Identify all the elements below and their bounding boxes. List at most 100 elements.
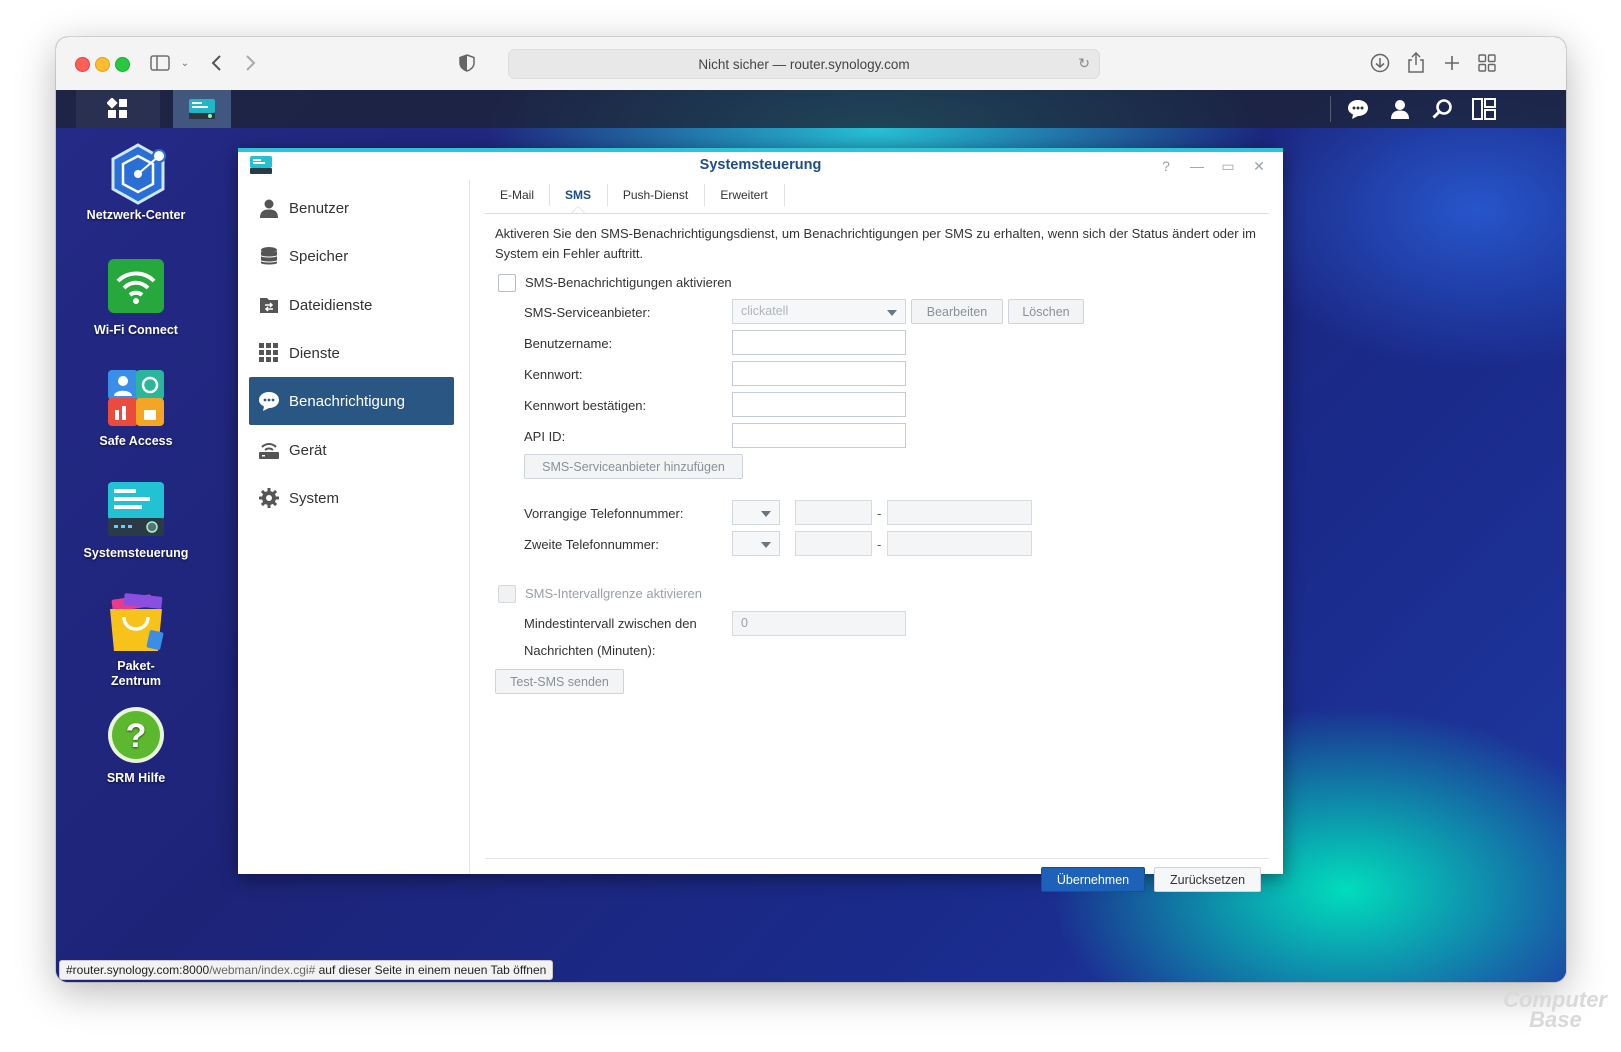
tab-push-dienst[interactable]: Push-Dienst (607, 184, 705, 206)
tab-label: SMS (564, 188, 591, 202)
api-id-input[interactable] (732, 423, 906, 448)
tab-bar: E-Mail SMS Push-Dienst Erweitert (485, 180, 1269, 214)
apply-button[interactable]: Übernehmen (1041, 867, 1145, 892)
sidebar-item-benachrichtigung[interactable]: Benachrichtigung (249, 377, 454, 425)
sms-enable-checkbox[interactable] (498, 274, 516, 292)
desktop-icon-network-center[interactable]: Netzwerk-Center (56, 142, 216, 223)
package-center-icon (106, 593, 166, 653)
desktop-icon-wifi-connect[interactable]: Wi-Fi Connect (56, 257, 216, 338)
desktop-icon-label: Netzwerk-Center (86, 208, 186, 222)
status-path: /webman/index.cgi# (209, 963, 316, 977)
sms-description: Aktiveren Sie den SMS-Benachrichtigungsd… (495, 226, 1256, 261)
browser-window: ⌄ Nicht sicher — router.synology.com ↻ N… (56, 37, 1566, 982)
secondary-phone-input[interactable] (887, 531, 1032, 556)
back-icon[interactable] (206, 51, 226, 75)
user-icon (258, 197, 280, 219)
test-sms-button[interactable]: Test-SMS senden (495, 669, 624, 694)
primary-phone-input[interactable] (887, 500, 1032, 525)
reset-button[interactable]: Zurücksetzen (1154, 867, 1261, 892)
user-icon[interactable] (1382, 90, 1418, 128)
desktop-icon-package-center[interactable]: Paket- Zentrum (56, 593, 216, 689)
primary-country-code-select[interactable] (732, 500, 780, 525)
new-tab-icon[interactable] (1441, 51, 1463, 75)
edit-provider-button[interactable]: Bearbeiten (911, 299, 1003, 324)
sidebar-item-label: Speicher (289, 247, 349, 265)
desktop-icon-label-line2: Zentrum (111, 674, 161, 688)
sidebar-item-speicher[interactable]: Speicher (249, 232, 454, 280)
control-panel-window: Systemsteuerung ? — ▭ ✕ Benutzer Speiche… (238, 148, 1283, 892)
file-services-icon (258, 294, 280, 316)
add-provider-button[interactable]: SMS-Serviceanbieter hinzufügen (524, 454, 743, 479)
minimize-button[interactable]: — (1186, 155, 1208, 177)
desktop-icon-srm-help[interactable]: ? SRM Hilfe (56, 705, 216, 786)
window-title: Systemsteuerung (699, 157, 822, 173)
secondary-country-code-select[interactable] (732, 531, 780, 556)
storage-icon (258, 245, 280, 267)
sidebar-item-benutzer[interactable]: Benutzer (249, 184, 454, 232)
address-bar[interactable]: Nicht sicher — router.synology.com ↻ (508, 49, 1100, 79)
provider-select[interactable]: clickatell (732, 299, 906, 324)
interval-enable-label: SMS-Intervallgrenze aktivieren (525, 586, 703, 601)
network-center-icon (106, 142, 166, 205)
desktop-icon-label: Wi-Fi Connect (94, 323, 178, 337)
phone-dash: - (877, 537, 882, 552)
widgets-icon[interactable] (1466, 90, 1502, 128)
phone-dash: - (877, 506, 882, 521)
safe-access-icon (106, 368, 166, 428)
device-icon (258, 439, 280, 461)
taskbar-control-panel-button[interactable] (173, 90, 231, 128)
tab-email[interactable]: E-Mail (485, 184, 550, 206)
close-button[interactable]: ✕ (1248, 155, 1270, 177)
password-input[interactable] (732, 361, 906, 386)
username-input[interactable] (732, 330, 906, 355)
sidebar-item-system[interactable]: System (249, 474, 454, 522)
sidebar-item-geraet[interactable]: Gerät (249, 426, 454, 474)
forward-icon[interactable] (241, 51, 261, 75)
confirm-password-label: Kennwort bestätigen: (524, 398, 647, 413)
downloads-icon[interactable] (1369, 51, 1391, 75)
tab-label: Push-Dienst (622, 188, 689, 202)
browser-toolbar: ⌄ Nicht sicher — router.synology.com ↻ (56, 37, 1566, 91)
interval-label-line2: Nachrichten (Minuten): (524, 643, 656, 658)
svg-text:?: ? (126, 717, 147, 755)
interval-enable-checkbox[interactable] (498, 585, 516, 603)
tab-sms[interactable]: SMS (549, 184, 608, 206)
primary-phone-label: Vorrangige Telefonnummer: (524, 506, 684, 521)
help-button[interactable]: ? (1155, 155, 1177, 177)
sidebar-item-dienste[interactable]: Dienste (249, 329, 454, 377)
close-icon: ✕ (1253, 157, 1265, 174)
chevron-down-icon (887, 310, 897, 316)
reload-icon[interactable]: ↻ (1078, 55, 1090, 72)
taskbar (56, 90, 1566, 128)
footer-divider (485, 858, 1269, 859)
tab-overview-icon[interactable] (1476, 51, 1498, 75)
desktop-icon-safe-access[interactable]: Safe Access (56, 368, 216, 449)
main-menu-button[interactable] (76, 90, 160, 128)
fullscreen-window-button[interactable] (115, 57, 130, 72)
minimize-window-button[interactable] (95, 57, 110, 72)
wifi-icon (106, 257, 166, 317)
share-icon[interactable] (1405, 51, 1427, 75)
watermark-logo: Computer Base (1503, 989, 1607, 1031)
chat-icon[interactable] (1340, 90, 1376, 128)
control-panel-icon (106, 480, 166, 540)
chevron-down-icon[interactable]: ⌄ (178, 51, 192, 75)
confirm-password-input[interactable] (732, 392, 906, 417)
tab-erweitert[interactable]: Erweitert (704, 184, 785, 206)
main-menu-icon (107, 98, 127, 118)
sidebar-item-dateidienste[interactable]: Dateidienste (249, 281, 454, 329)
secondary-phone-label: Zweite Telefonnummer: (524, 537, 659, 552)
link-status-bar: #router.synology.com:8000/webman/index.c… (59, 960, 554, 980)
sidebar-toggle-icon[interactable] (149, 51, 171, 75)
control-panel-icon (189, 99, 215, 119)
interval-input[interactable]: 0 (732, 611, 906, 636)
primary-area-code-input[interactable] (795, 500, 872, 525)
maximize-button[interactable]: ▭ (1217, 155, 1239, 177)
desktop-icon-control-panel[interactable]: Systemsteuerung (56, 480, 216, 561)
search-icon[interactable] (1424, 90, 1460, 128)
close-window-button[interactable] (75, 57, 90, 72)
privacy-shield-icon[interactable] (456, 51, 478, 75)
status-url: #router.synology.com:8000 (66, 963, 210, 977)
secondary-area-code-input[interactable] (795, 531, 872, 556)
delete-provider-button[interactable]: Löschen (1008, 299, 1084, 324)
